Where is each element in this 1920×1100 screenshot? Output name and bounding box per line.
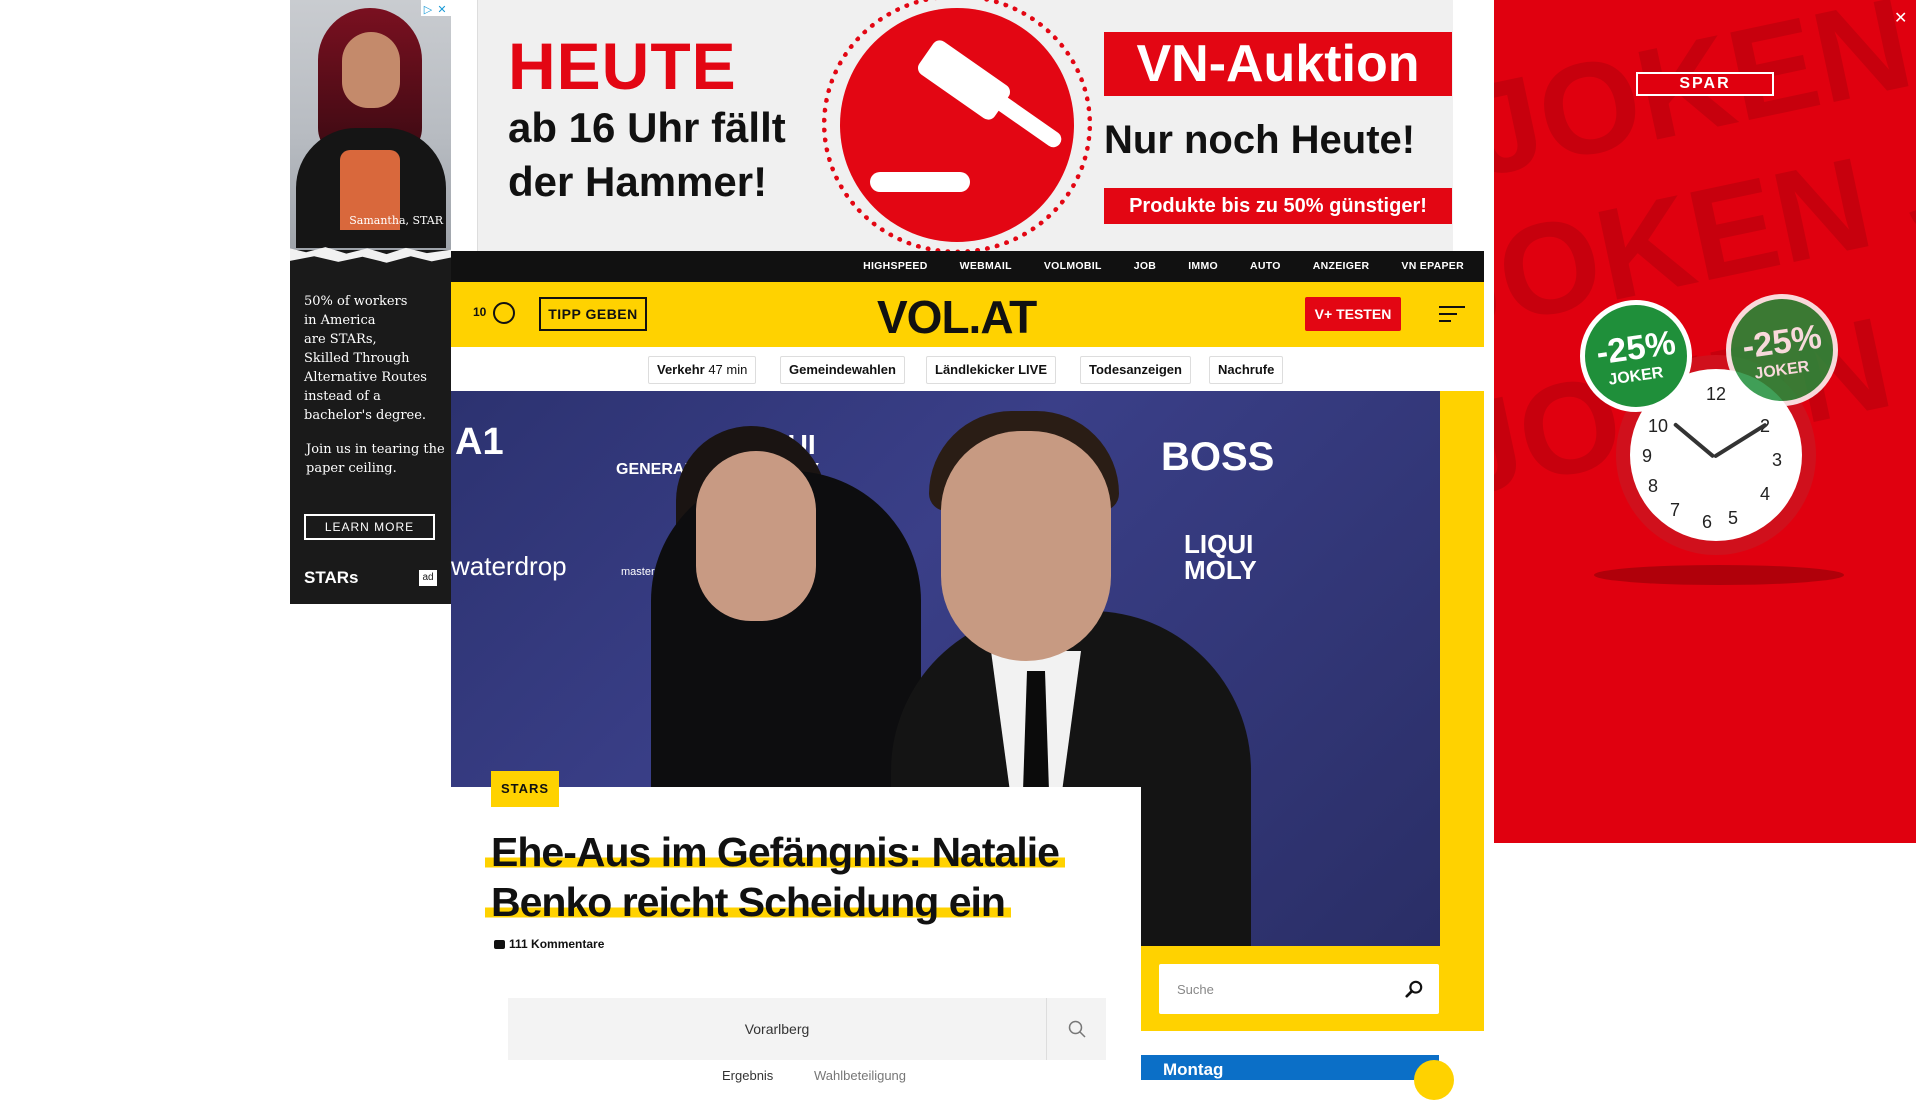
learn-more-button[interactable]: LEARN MORE — [304, 514, 435, 540]
sponsor-logo: LIQUI MOLY — [1184, 529, 1257, 585]
clock-shadow — [1594, 565, 1844, 585]
sponsor-logo: BOSS — [1161, 435, 1275, 479]
yellow-sidebar — [1440, 391, 1484, 1031]
nav-volmobil[interactable]: VOLMOBIL — [1044, 251, 1102, 282]
ad-photo: Samantha, STAR — [290, 0, 451, 250]
spar-logo: SPAR — [1636, 72, 1774, 96]
site-logo[interactable]: VOL.AT — [877, 290, 1037, 344]
nav-vn-epaper[interactable]: VN EPAPER — [1401, 251, 1464, 282]
joker-badge: -25% JOKER — [1726, 294, 1838, 406]
stars-logo: STARs — [304, 568, 359, 587]
region-selector[interactable]: Vorarlberg — [508, 998, 1106, 1060]
category-badge[interactable]: STARS — [491, 771, 560, 807]
nav-auto[interactable]: AUTO — [1250, 251, 1281, 282]
joker-badge: -25% JOKER — [1580, 300, 1692, 412]
top-nav-bar: HIGHSPEED WEBMAIL VOLMOBIL JOB IMMO AUTO… — [451, 251, 1484, 282]
quick-links: Verkehr 47 min Gemeindewahlen Ländlekick… — [451, 347, 1484, 391]
weather-icon[interactable] — [493, 302, 515, 324]
nav-webmail[interactable]: WEBMAIL — [960, 251, 1012, 282]
banner-offer: Produkte bis zu 50% günstiger! — [1104, 188, 1452, 224]
nav-anzeiger[interactable]: ANZEIGER — [1313, 251, 1370, 282]
banner-line2: der Hammer! — [508, 158, 768, 205]
search-input[interactable] — [1159, 964, 1399, 1014]
close-icon[interactable]: ✕ — [1894, 8, 1907, 28]
ad-badge: ad — [419, 570, 437, 586]
pill-todesanzeigen[interactable]: Todesanzeigen — [1080, 356, 1191, 384]
sponsor-logo: A1 — [455, 421, 504, 463]
nav-immo[interactable]: IMMO — [1188, 251, 1218, 282]
gavel-base — [870, 172, 970, 192]
search-icon[interactable] — [1046, 998, 1106, 1060]
menu-search-icon[interactable] — [1439, 306, 1465, 326]
vplus-testen-button[interactable]: V+ TESTEN — [1305, 297, 1401, 331]
comment-icon — [494, 940, 505, 949]
banner-title: VN-Auktion — [1104, 32, 1452, 96]
tipp-geben-button[interactable]: TIPP GEBEN — [539, 297, 647, 331]
weather-widget[interactable]: Montag — [1141, 1055, 1439, 1080]
nav-job[interactable]: JOB — [1134, 251, 1157, 282]
ad-copy-secondary: Join us in tearing the paper ceiling. — [306, 442, 445, 476]
adchoices-icon[interactable]: ▷ ✕ — [421, 0, 451, 16]
ad-caption: Samantha, STAR — [349, 214, 443, 227]
sun-icon — [1414, 1060, 1454, 1100]
person-man-face — [941, 431, 1111, 661]
search-icon[interactable] — [1405, 980, 1423, 998]
spar-joker-ad[interactable]: JOKEN JOKEN JOKEN JOKEN JOKEN JOKEN JOKE… — [1494, 0, 1916, 843]
tab-ergebnis[interactable]: Ergebnis — [722, 1068, 773, 1083]
pill-gemeindewahlen[interactable]: Gemeindewahlen — [780, 356, 905, 384]
pill-nachrufe[interactable]: Nachrufe — [1209, 356, 1284, 384]
comments-link[interactable]: 111 Kommentare — [494, 937, 604, 951]
temperature[interactable]: 10 — [473, 305, 486, 319]
region-label[interactable]: Vorarlberg — [508, 998, 1046, 1060]
ad-copy: 50% of workers in America are STARs, Ski… — [304, 294, 427, 423]
election-tabs: Ergebnis Wahlbeteiligung — [508, 1060, 1106, 1083]
tab-wahlbeteiligung[interactable]: Wahlbeteiligung — [814, 1068, 906, 1083]
banner-heute: HEUTE — [508, 29, 737, 103]
vn-auktion-banner[interactable]: HEUTE ab 16 Uhr fällt der Hammer! VN-Auk… — [477, 0, 1453, 251]
person-woman-face — [696, 451, 816, 621]
banner-line1: ab 16 Uhr fällt — [508, 104, 786, 151]
search-field[interactable] — [1159, 964, 1439, 1014]
site-header: 10 TIPP GEBEN VOL.AT V+ TESTEN — [451, 282, 1484, 347]
sponsor-logo: waterdrop — [451, 551, 567, 581]
left-skyscraper-ad[interactable]: Samantha, STAR ▷ ✕ 50% of workers in Amer… — [290, 0, 451, 604]
article-headline[interactable]: Ehe-Aus im Gefängnis: Natalie Benko reic… — [485, 827, 1125, 927]
pill-laendlekicker[interactable]: Ländlekicker LIVE — [926, 356, 1056, 384]
nav-highspeed[interactable]: HIGHSPEED — [863, 251, 928, 282]
pill-verkehr[interactable]: Verkehr 47 min — [648, 356, 757, 384]
article-card[interactable]: STARS Ehe-Aus im Gefängnis: Natalie Benk… — [451, 771, 1141, 967]
banner-subtitle: Nur noch Heute! — [1104, 118, 1416, 162]
